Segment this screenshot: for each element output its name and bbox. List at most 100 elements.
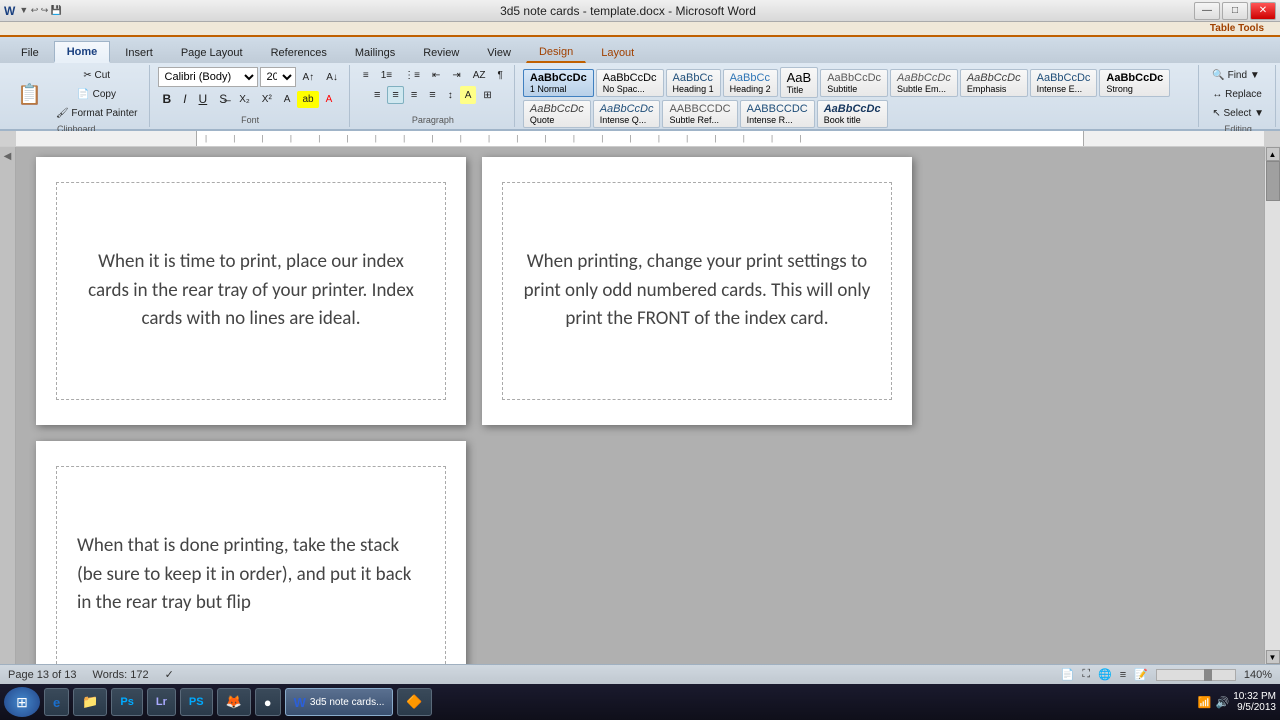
style-intense-quote[interactable]: AaBbCcDc Intense Q... bbox=[593, 100, 661, 128]
style-no-spacing[interactable]: AaBbCcDc No Spac... bbox=[596, 69, 664, 97]
increase-indent-button[interactable]: ⇥ bbox=[447, 67, 465, 84]
tab-home[interactable]: Home bbox=[54, 41, 111, 63]
time-display: 10:32 PM bbox=[1233, 691, 1276, 702]
vlc-icon: 🔶 bbox=[406, 694, 422, 710]
track-changes-icon: ✓ bbox=[165, 668, 174, 681]
copy-button[interactable]: 📄 Copy bbox=[51, 86, 143, 103]
firefox-icon: 🦊 bbox=[226, 694, 242, 710]
text-effects-button[interactable]: A bbox=[279, 91, 296, 108]
paste-button[interactable]: 📋 bbox=[10, 79, 49, 110]
font-color-button[interactable]: A bbox=[321, 91, 338, 108]
taskbar-vlc[interactable]: 🔶 bbox=[397, 688, 431, 716]
start-button[interactable]: ⊞ bbox=[4, 687, 40, 717]
font-size-select[interactable]: 20 bbox=[260, 67, 296, 87]
strikethrough-button[interactable]: S̶ bbox=[214, 89, 232, 109]
shrink-font-button[interactable]: A↓ bbox=[321, 69, 343, 86]
style-emphasis[interactable]: AaBbCcDc Emphasis bbox=[960, 69, 1028, 97]
font-family-select[interactable]: Calibri (Body) bbox=[158, 67, 258, 87]
index-card-3[interactable]: When that is done printing, take the sta… bbox=[56, 466, 446, 664]
grow-font-button[interactable]: A↑ bbox=[298, 69, 320, 86]
cut-button[interactable]: ✂ Cut bbox=[51, 67, 143, 84]
index-card-2[interactable]: When printing, change your print setting… bbox=[502, 182, 892, 400]
view-draft-button[interactable]: 📝 bbox=[1134, 668, 1148, 681]
font-controls: Calibri (Body) 20 A↑ A↓ B I U S̶ X₂ bbox=[158, 67, 343, 113]
style-subtitle[interactable]: AaBbCcDc Subtitle bbox=[820, 69, 888, 97]
view-outline-button[interactable]: ≡ bbox=[1120, 669, 1126, 681]
scroll-up-button[interactable]: ▲ bbox=[1266, 147, 1280, 161]
taskbar-word[interactable]: W 3d5 note cards... bbox=[285, 688, 394, 716]
style-quote[interactable]: AaBbCcDc Quote bbox=[523, 100, 591, 128]
show-formatting-button[interactable]: ¶ bbox=[493, 67, 508, 84]
style-strong[interactable]: AaBbCcDc Strong bbox=[1099, 69, 1170, 97]
ribbon-group-editing: 🔍 Find ▼ ↔ Replace ↖ Select ▼ Editing bbox=[1201, 65, 1276, 127]
bold-button[interactable]: B bbox=[158, 89, 177, 109]
subscript-button[interactable]: X₂ bbox=[234, 91, 255, 108]
decrease-indent-button[interactable]: ⇤ bbox=[427, 67, 445, 84]
style-subtle-em[interactable]: AaBbCcDc Subtle Em... bbox=[890, 69, 958, 97]
status-right: 📄 ⛶ 🌐 ≡ 📝 140% bbox=[1061, 668, 1272, 681]
style-intense-em[interactable]: AaBbCcDc Intense E... bbox=[1030, 69, 1098, 97]
taskbar-explorer[interactable]: 📁 bbox=[73, 688, 107, 716]
highlight-button[interactable]: ab bbox=[297, 91, 318, 108]
style-heading1[interactable]: AaBbCc Heading 1 bbox=[666, 69, 721, 97]
format-painter-button[interactable]: 🖌 Format Painter bbox=[51, 105, 143, 122]
multilevel-button[interactable]: ⋮≡ bbox=[399, 67, 425, 84]
tab-layout[interactable]: Layout bbox=[588, 41, 647, 63]
minimize-button[interactable]: — bbox=[1194, 2, 1220, 20]
tab-review[interactable]: Review bbox=[410, 41, 472, 63]
numbering-button[interactable]: 1≡ bbox=[376, 67, 397, 84]
doc-area: When it is time to print, place our inde… bbox=[16, 147, 1264, 664]
tab-design[interactable]: Design bbox=[526, 41, 586, 63]
view-web-button[interactable]: 🌐 bbox=[1098, 668, 1112, 681]
taskbar-chrome[interactable]: ● bbox=[255, 688, 281, 716]
zoom-slider[interactable] bbox=[1156, 669, 1236, 681]
sort-button[interactable]: AZ bbox=[468, 67, 491, 84]
page-card-1: When it is time to print, place our inde… bbox=[36, 157, 466, 425]
index-card-1[interactable]: When it is time to print, place our inde… bbox=[56, 182, 446, 400]
align-left-button[interactable]: ≡ bbox=[369, 86, 385, 104]
bullets-button[interactable]: ≡ bbox=[358, 67, 374, 84]
style-intense-ref[interactable]: AaBbCcDc Intense R... bbox=[740, 100, 815, 128]
tab-references[interactable]: References bbox=[258, 41, 340, 63]
ruler-right bbox=[1264, 131, 1280, 146]
justify-button[interactable]: ≡ bbox=[424, 86, 440, 104]
taskbar-ps[interactable]: Ps bbox=[111, 688, 142, 716]
tab-page-layout[interactable]: Page Layout bbox=[168, 41, 256, 63]
tab-insert[interactable]: Insert bbox=[112, 41, 166, 63]
taskbar-photoshop[interactable]: PS bbox=[180, 688, 213, 716]
close-button[interactable]: ✕ bbox=[1250, 2, 1276, 20]
date-display: 9/5/2013 bbox=[1233, 702, 1276, 713]
shading-button[interactable]: A bbox=[460, 86, 477, 104]
underline-button[interactable]: U bbox=[194, 89, 213, 109]
taskbar-ie[interactable]: e bbox=[44, 688, 69, 716]
find-button[interactable]: 🔍 Find ▼ bbox=[1207, 67, 1264, 84]
align-right-button[interactable]: ≡ bbox=[406, 86, 422, 104]
style-heading2[interactable]: AaBbCc Heading 2 bbox=[723, 69, 778, 97]
taskbar: ⊞ e 📁 Ps Lr PS 🦊 ● W 3d5 note cards... 🔶 bbox=[0, 684, 1280, 720]
italic-button[interactable]: I bbox=[178, 89, 191, 109]
borders-button[interactable]: ⊞ bbox=[478, 86, 496, 104]
style-subtle-ref[interactable]: AaBbCcDc Subtle Ref... bbox=[662, 100, 737, 128]
style-normal[interactable]: AaBbCcDc 1 Normal bbox=[523, 69, 594, 97]
ribbon-group-styles: AaBbCcDc 1 Normal AaBbCcDc No Spac... Aa… bbox=[517, 65, 1199, 127]
select-button[interactable]: ↖ Select ▼ bbox=[1207, 105, 1269, 122]
maximize-button[interactable]: □ bbox=[1222, 2, 1248, 20]
scroll-track[interactable] bbox=[1265, 161, 1280, 650]
tab-view[interactable]: View bbox=[474, 41, 524, 63]
style-book-title[interactable]: AaBbCcDc Book title bbox=[817, 100, 888, 128]
line-spacing-button[interactable]: ↕ bbox=[443, 86, 458, 104]
style-title[interactable]: AaB Title bbox=[780, 67, 819, 98]
align-center-button[interactable]: ≡ bbox=[387, 86, 403, 104]
taskbar-lr[interactable]: Lr bbox=[147, 688, 176, 716]
view-print-button[interactable]: 📄 bbox=[1061, 668, 1075, 681]
taskbar-firefox[interactable]: 🦊 bbox=[217, 688, 251, 716]
scroll-thumb[interactable] bbox=[1266, 161, 1280, 201]
superscript-button[interactable]: X² bbox=[257, 91, 277, 108]
tab-file[interactable]: File bbox=[8, 41, 52, 63]
taskbar-time: 10:32 PM 9/5/2013 bbox=[1233, 691, 1276, 713]
left-panel-toggle[interactable]: ◀ bbox=[2, 151, 13, 162]
scroll-down-button[interactable]: ▼ bbox=[1266, 650, 1280, 664]
view-full-screen-button[interactable]: ⛶ bbox=[1082, 668, 1090, 681]
tab-mailings[interactable]: Mailings bbox=[342, 41, 408, 63]
replace-button[interactable]: ↔ Replace bbox=[1207, 86, 1266, 103]
